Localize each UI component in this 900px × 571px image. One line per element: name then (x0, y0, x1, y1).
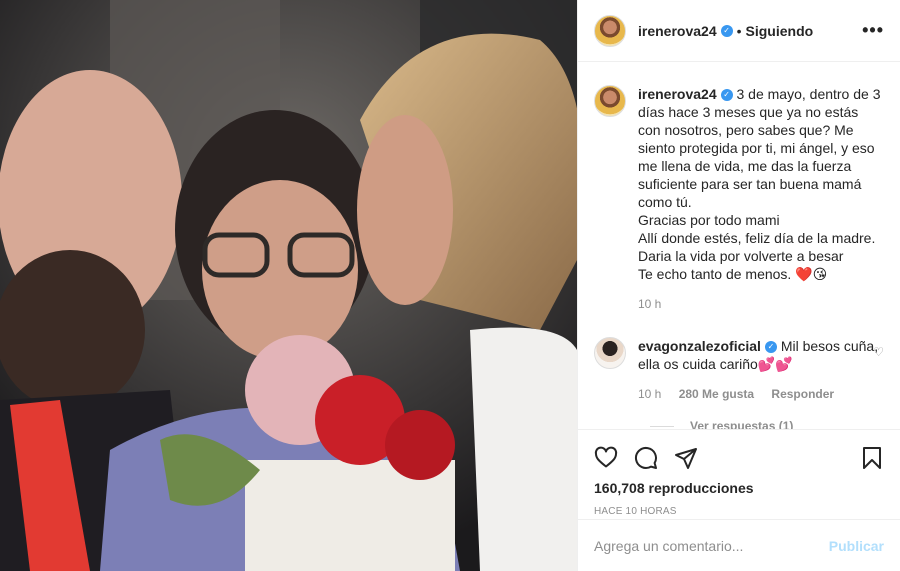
caption-username[interactable]: irenerova24 (638, 86, 717, 102)
caption-text: 3 de mayo, dentro de 3 días hace 3 meses… (638, 86, 881, 282)
post-header: irenerova24 ✓ • Siguiendo ••• (578, 0, 900, 62)
separator-dot: • (736, 22, 742, 39)
caption-author-avatar[interactable] (594, 85, 626, 117)
heart-icon[interactable] (594, 446, 618, 470)
post-sidebar: irenerova24 ✓ • Siguiendo ••• irenerova2… (577, 0, 900, 571)
comment-composer: Publicar (578, 519, 900, 571)
comment-input[interactable] (594, 537, 829, 554)
views-count[interactable]: 160,708 reproducciones (594, 480, 884, 496)
bookmark-icon[interactable] (860, 446, 884, 470)
share-icon[interactable] (674, 446, 698, 470)
author-username[interactable]: irenerova24 (638, 23, 717, 39)
more-horizontal-icon[interactable]: ••• (862, 20, 884, 41)
comment-item: evagonzalezoficial ✓ Mil besos cuña, ella… (594, 337, 884, 401)
reply-button[interactable]: Responder (771, 387, 834, 401)
post-video[interactable] (0, 0, 577, 571)
caption: irenerova24 ✓ 3 de mayo, dentro de 3 días… (594, 63, 884, 311)
comment-likes[interactable]: 280 Me gusta (679, 387, 754, 401)
verified-icon: ✓ (720, 89, 733, 102)
video-frame (0, 0, 577, 571)
comments-list[interactable]: irenerova24 ✓ 3 de mayo, dentro de 3 días… (578, 63, 900, 429)
comment-icon[interactable] (634, 446, 658, 470)
following-button[interactable]: Siguiendo (746, 23, 814, 39)
view-replies-button[interactable]: Ver respuestas (1) (650, 419, 884, 429)
comment-timestamp[interactable]: 10 h (638, 387, 661, 401)
post-age[interactable]: HACE 10 HORAS (594, 506, 884, 517)
verified-icon: ✓ (720, 24, 733, 37)
author-avatar[interactable] (594, 14, 626, 47)
commenter-username[interactable]: evagonzalezoficial (638, 338, 761, 354)
comment-text-block: evagonzalezoficial ✓ Mil besos cuña, ella… (638, 337, 883, 373)
post-actions: 160,708 reproducciones HACE 10 HORAS (578, 429, 900, 517)
publish-button[interactable]: Publicar (829, 538, 884, 554)
verified-icon: ✓ (764, 341, 777, 354)
caption-timestamp[interactable]: 10 h (638, 297, 883, 311)
caption-text-block: irenerova24 ✓ 3 de mayo, dentro de 3 días… (638, 85, 883, 283)
comment-meta: 10 h 280 Me gusta Responder (638, 387, 883, 401)
commenter-avatar[interactable] (594, 337, 626, 369)
like-comment-heart-icon[interactable]: ♡ (873, 345, 884, 359)
